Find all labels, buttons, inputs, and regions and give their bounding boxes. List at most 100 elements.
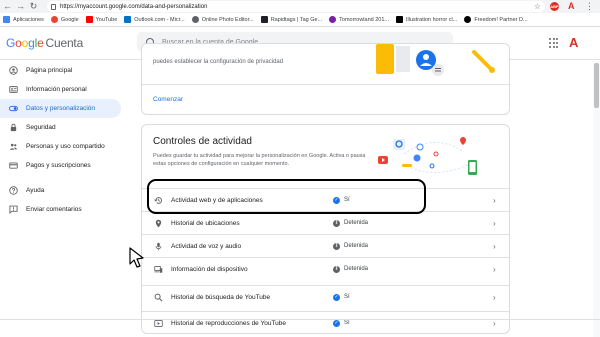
w-icon <box>396 16 403 23</box>
sidebar-item-personal-info[interactable]: Información personal <box>0 80 125 99</box>
profile-extension-icon[interactable]: A <box>568 1 575 11</box>
activity-row-voice-audio[interactable]: Actividad de voz y audio ‖ Detenida › <box>142 234 509 257</box>
person-circle-icon <box>9 66 18 75</box>
lock-icon <box>9 123 18 132</box>
chevron-right-icon: › <box>493 264 496 274</box>
status-text: Sí <box>344 320 350 326</box>
sidebar-item-security[interactable]: Seguridad <box>0 118 125 137</box>
search-icon <box>154 293 163 302</box>
sidebar-item-label: Enviar comentarios <box>26 206 82 213</box>
location-pin-icon <box>154 219 163 228</box>
device-icon <box>154 265 163 274</box>
sidebar-item-data-personalization[interactable]: Datos y personalización <box>0 99 121 118</box>
status-indicator: ‖ Detenida <box>333 219 369 227</box>
bookmark-item[interactable]: Illustration horror cl... <box>396 16 457 23</box>
globe-icon <box>329 16 337 23</box>
back-icon[interactable]: ← <box>2 1 13 12</box>
id-card-icon <box>9 85 18 94</box>
sidebar-nav: Página principal Información personal Da… <box>0 61 125 219</box>
sidebar-item-label: Datos y personalización <box>26 105 96 112</box>
page-scrollbar[interactable] <box>593 61 600 337</box>
bookmark-item[interactable]: Tomorrowland 201... <box>329 16 389 23</box>
status-text: Detenida <box>344 220 369 226</box>
toggle-icon <box>9 104 18 113</box>
status-text: Sí <box>344 294 350 300</box>
star-icon[interactable]: ☆ <box>534 1 541 12</box>
activity-row-device-info[interactable]: Información del dispositivo ‖ Detenida › <box>142 257 509 280</box>
outlook-icon <box>124 16 132 23</box>
status-indicator: ✓ Sí <box>333 293 350 301</box>
chevron-right-icon: › <box>493 241 496 251</box>
status-text: Detenida <box>344 266 369 272</box>
pause-icon: ‖ <box>333 265 340 273</box>
bookmark-item[interactable]: Aplicaciones <box>3 16 44 23</box>
card-title: Controles de actividad <box>153 136 252 147</box>
google-account-logo[interactable]: Google Cuenta <box>6 36 83 50</box>
forward-icon[interactable]: → <box>15 1 26 12</box>
status-text: Detenida <box>344 243 369 249</box>
reload-icon[interactable]: ↻ <box>28 1 39 12</box>
feedback-icon <box>9 205 18 214</box>
sidebar-item-payments[interactable]: Pagos y suscripciones <box>0 156 125 175</box>
activity-row-label: Historial de ubicaciones <box>171 219 240 227</box>
sidebar-item-label: Pagos y suscripciones <box>26 162 91 169</box>
check-icon: ✓ <box>333 293 340 301</box>
chevron-right-icon: › <box>493 218 496 228</box>
pause-icon: ‖ <box>333 219 340 227</box>
scrollbar-thumb[interactable] <box>594 63 599 108</box>
address-bar[interactable]: https://myaccount.google.com/data-and-pe… <box>47 1 545 12</box>
account-avatar[interactable]: A <box>569 35 578 50</box>
bookmark-item[interactable]: Freedom! Partner D... <box>464 16 528 23</box>
globe-icon <box>191 16 199 23</box>
sidebar-item-label: Información personal <box>26 86 87 93</box>
status-indicator: ✓ Sí <box>333 319 350 327</box>
browser-menu-icon[interactable]: ⋮ <box>585 1 594 12</box>
adblock-extension-icon[interactable]: ABP <box>550 2 559 11</box>
sidebar-item-people-sharing[interactable]: Personas y uso compartido <box>0 137 125 156</box>
chevron-right-icon: › <box>493 195 496 205</box>
privacy-illustration <box>376 44 495 76</box>
mouse-cursor-icon <box>129 247 144 268</box>
sidebar-item-label: Seguridad <box>26 124 56 131</box>
bookmark-item[interactable]: Google <box>50 16 79 23</box>
people-icon <box>9 142 18 151</box>
cuenta-label: Cuenta <box>45 36 84 50</box>
activity-row-label: Historial de reproducciones de YouTube <box>171 319 287 327</box>
tag-icon <box>260 16 268 23</box>
microphone-icon <box>154 242 163 251</box>
privacy-checkup-card: puedes establecer la configuración de pr… <box>141 43 510 115</box>
apps-grid-icon <box>3 16 10 23</box>
google-icon <box>50 16 58 23</box>
privacy-card-description: puedes establecer la configuración de pr… <box>153 59 284 65</box>
bookmark-item[interactable]: YouTube <box>85 16 117 23</box>
card-subtitle: Puedes guardar tu actividad para mejorar… <box>153 153 366 167</box>
circle-icon <box>464 16 472 23</box>
sidebar-item-label: Página principal <box>26 67 73 74</box>
help-icon <box>9 186 18 195</box>
bookmarks-bar: Aplicaciones Google YouTube Outlook.com … <box>0 13 600 27</box>
activity-illustration <box>378 137 477 175</box>
activity-row-youtube-search[interactable]: Historial de búsqueda de YouTube ✓ Sí › <box>142 285 509 308</box>
sidebar-item-home[interactable]: Página principal <box>0 61 125 80</box>
bookmark-item[interactable]: Online Photo Editor... <box>191 16 254 23</box>
start-link[interactable]: Comenzar <box>153 96 183 103</box>
credit-card-icon <box>9 161 18 170</box>
bookmark-item[interactable]: Rapidtags | Tag Ge... <box>260 16 322 23</box>
youtube-icon <box>85 16 93 23</box>
status-indicator: ‖ Detenida <box>333 265 369 273</box>
pause-icon: ‖ <box>333 242 340 250</box>
activity-row-youtube-watch[interactable]: Historial de reproducciones de YouTube ✓… <box>142 311 509 333</box>
sidebar-item-feedback[interactable]: Enviar comentarios <box>0 200 125 219</box>
check-icon: ✓ <box>333 319 340 327</box>
bookmark-item[interactable]: Outlook.com - Micr... <box>124 16 185 23</box>
highlight-outline <box>147 179 426 214</box>
url-text: https://myaccount.google.com/data-and-pe… <box>60 3 208 10</box>
sidebar-item-label: Ayuda <box>26 187 45 194</box>
google-apps-icon[interactable] <box>549 38 559 48</box>
activity-row-label: Actividad de voz y audio <box>171 242 242 250</box>
sidebar-item-help[interactable]: Ayuda <box>0 181 125 200</box>
activity-controls-card: Controles de actividad Puedes guardar tu… <box>141 124 510 334</box>
window-bottom-edge <box>0 319 600 320</box>
activity-row-location[interactable]: Historial de ubicaciones ‖ Detenida › <box>142 211 509 234</box>
chevron-right-icon: › <box>493 292 496 302</box>
